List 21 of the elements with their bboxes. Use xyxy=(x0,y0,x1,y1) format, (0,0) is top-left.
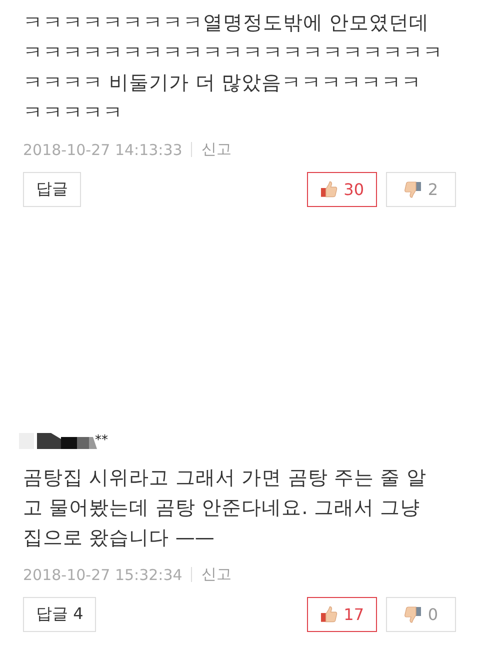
thumbs-up-icon xyxy=(320,181,338,198)
comment-date: 2018-10-27 14:13:33 xyxy=(23,140,182,158)
comment-text: ㅋㅋㅋㅋㅋㅋㅋㅋㅋ열명정도밖에 안모였던데 ㅋㅋㅋㅋㅋㅋㅋㅋㅋㅋㅋㅋㅋㅋㅋㅋㅋㅋㅋㅋㅋ ㅋㅋㅋㅋ 비둘기가 더 많았음ㅋㅋㅋㅋㅋㅋㅋ ㅋㅋㅋㅋㅋ xyxy=(23,10,444,126)
vote-count: 2 xyxy=(428,180,438,199)
thumbs-up-icon xyxy=(320,606,338,623)
reply-button[interactable]: 답글 4 xyxy=(23,597,96,632)
comment-text: 곰탕집 시위라고 그래서 가면 곰탕 주는 줄 알 고 물어봤는데 곰탕 안준다네요. 그래서 그냥 집으로 왔습니다 —— xyxy=(23,465,428,551)
reply-button[interactable]: 답글 xyxy=(23,172,81,207)
like-button[interactable]: 17 xyxy=(307,597,377,632)
dislike-button[interactable]: 2 xyxy=(386,172,456,207)
thumbs-down-icon xyxy=(404,606,422,623)
vote-count: 17 xyxy=(344,605,364,624)
comment-date: 2018-10-27 15:32:34 xyxy=(23,566,182,584)
vote-count: 0 xyxy=(428,605,438,624)
dislike-button[interactable]: 0 xyxy=(386,597,456,632)
vote-count: 30 xyxy=(344,180,364,199)
author-name: ** xyxy=(95,432,108,448)
like-button[interactable]: 30 xyxy=(307,172,377,207)
report-link[interactable]: 신고 xyxy=(201,565,232,584)
report-link[interactable]: 신고 xyxy=(201,140,232,159)
thumbs-down-icon xyxy=(404,181,422,198)
